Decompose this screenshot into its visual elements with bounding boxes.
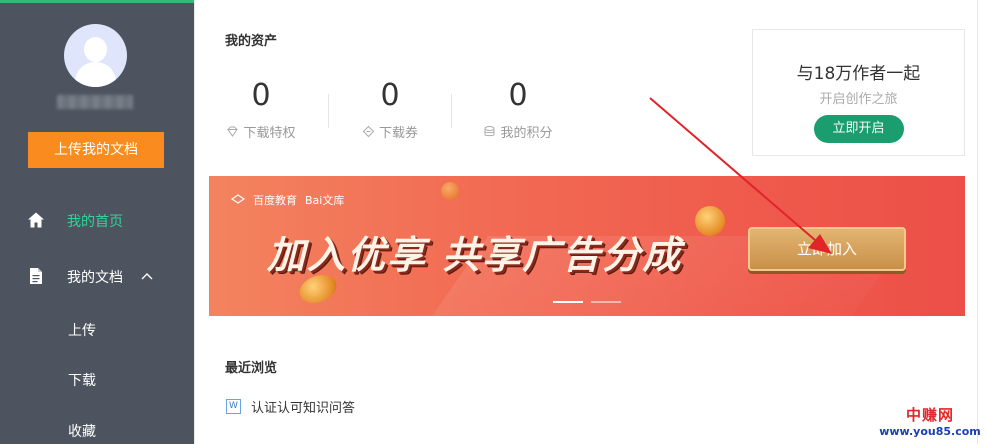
sidebar-top-accent [0, 0, 194, 3]
coin-decoration [695, 206, 725, 236]
stat-download-privilege[interactable]: 0 下载特权 [201, 78, 321, 141]
document-icon [30, 268, 42, 284]
username-blurred [57, 95, 133, 109]
promo-banner[interactable]: 百度教育 Bai文库 加入优享 共享广告分成 立即加入 [209, 176, 965, 316]
promo-subline: 开启创作之旅 [819, 92, 898, 107]
start-now-button[interactable]: 立即开启 [813, 115, 904, 143]
stat-download-coupon[interactable]: 0 下载券 [330, 78, 450, 141]
stat-value: 0 [251, 78, 271, 113]
recent-title: 最近浏览 [225, 361, 278, 376]
sidebar-item-label: 我的文档 [67, 270, 123, 286]
carousel-dot-active[interactable] [553, 301, 583, 303]
baidu-edu-logo-icon [231, 194, 245, 204]
stat-divider [328, 94, 329, 128]
sidebar-item-label: 我的首页 [67, 214, 123, 230]
stat-my-points[interactable]: 0 我的积分 [458, 78, 578, 141]
main-border-left [194, 0, 195, 444]
assets-title: 我的资产 [225, 34, 278, 49]
watermark-name: 中赚网 [905, 406, 954, 424]
stat-label: 下载券 [378, 126, 418, 141]
sidebar-subitem-download[interactable]: 下载 [68, 370, 96, 390]
banner-headline: 加入优享 共享广告分成 [267, 233, 683, 277]
stat-label: 我的积分 [500, 126, 553, 141]
brand-wenku-text: Bai文库 [305, 194, 345, 207]
app-root: 上传我的文档 我的首页 我的文档 上传 下载 收藏 我的资产 0 下载特权 0 … [0, 0, 986, 444]
diamond-icon [227, 126, 239, 137]
avatar-head [84, 37, 107, 62]
carousel-dot[interactable] [591, 301, 621, 303]
join-now-button[interactable]: 立即加入 [748, 227, 906, 271]
promo-headline: 与18万作者一起 [796, 64, 921, 84]
avatar[interactable] [64, 24, 127, 87]
brand-edu-text: 百度教育 [253, 194, 297, 207]
stat-label-row: 下载券 [330, 122, 450, 141]
watermark-url: www.you85.com [879, 425, 981, 438]
site-watermark: 中赚网 www.you85.com [876, 404, 984, 438]
ticket-icon [362, 125, 375, 138]
sidebar: 上传我的文档 我的首页 我的文档 上传 下载 收藏 [0, 0, 194, 444]
sidebar-subitem-upload[interactable]: 上传 [68, 320, 96, 340]
sidebar-subitem-favorites[interactable]: 收藏 [68, 421, 96, 441]
stat-label: 下载特权 [243, 126, 296, 141]
home-icon [28, 212, 44, 228]
sidebar-item-my-docs[interactable]: 我的文档 [0, 261, 194, 291]
coins-icon [484, 126, 495, 137]
carousel-indicators [553, 301, 621, 303]
chevron-up-icon[interactable] [140, 269, 154, 283]
stat-label-row: 下载特权 [201, 122, 321, 141]
coin-decoration [441, 182, 459, 200]
main-border-right [977, 0, 978, 444]
word-doc-icon: W [226, 399, 241, 414]
banner-brand: 百度教育 Bai文库 [231, 192, 344, 208]
recent-item-title: 认证认可知识问答 [251, 401, 356, 416]
recent-list-item[interactable]: W 认证认可知识问答 [226, 397, 355, 416]
upload-document-button[interactable]: 上传我的文档 [28, 132, 164, 168]
stat-value: 0 [380, 78, 400, 113]
stat-value: 0 [508, 78, 528, 113]
stat-divider [451, 94, 452, 128]
stat-label-row: 我的积分 [458, 122, 578, 141]
avatar-body [75, 62, 116, 87]
author-promo-card: 与18万作者一起 开启创作之旅 立即开启 [752, 29, 965, 156]
sidebar-item-home[interactable]: 我的首页 [0, 205, 194, 235]
